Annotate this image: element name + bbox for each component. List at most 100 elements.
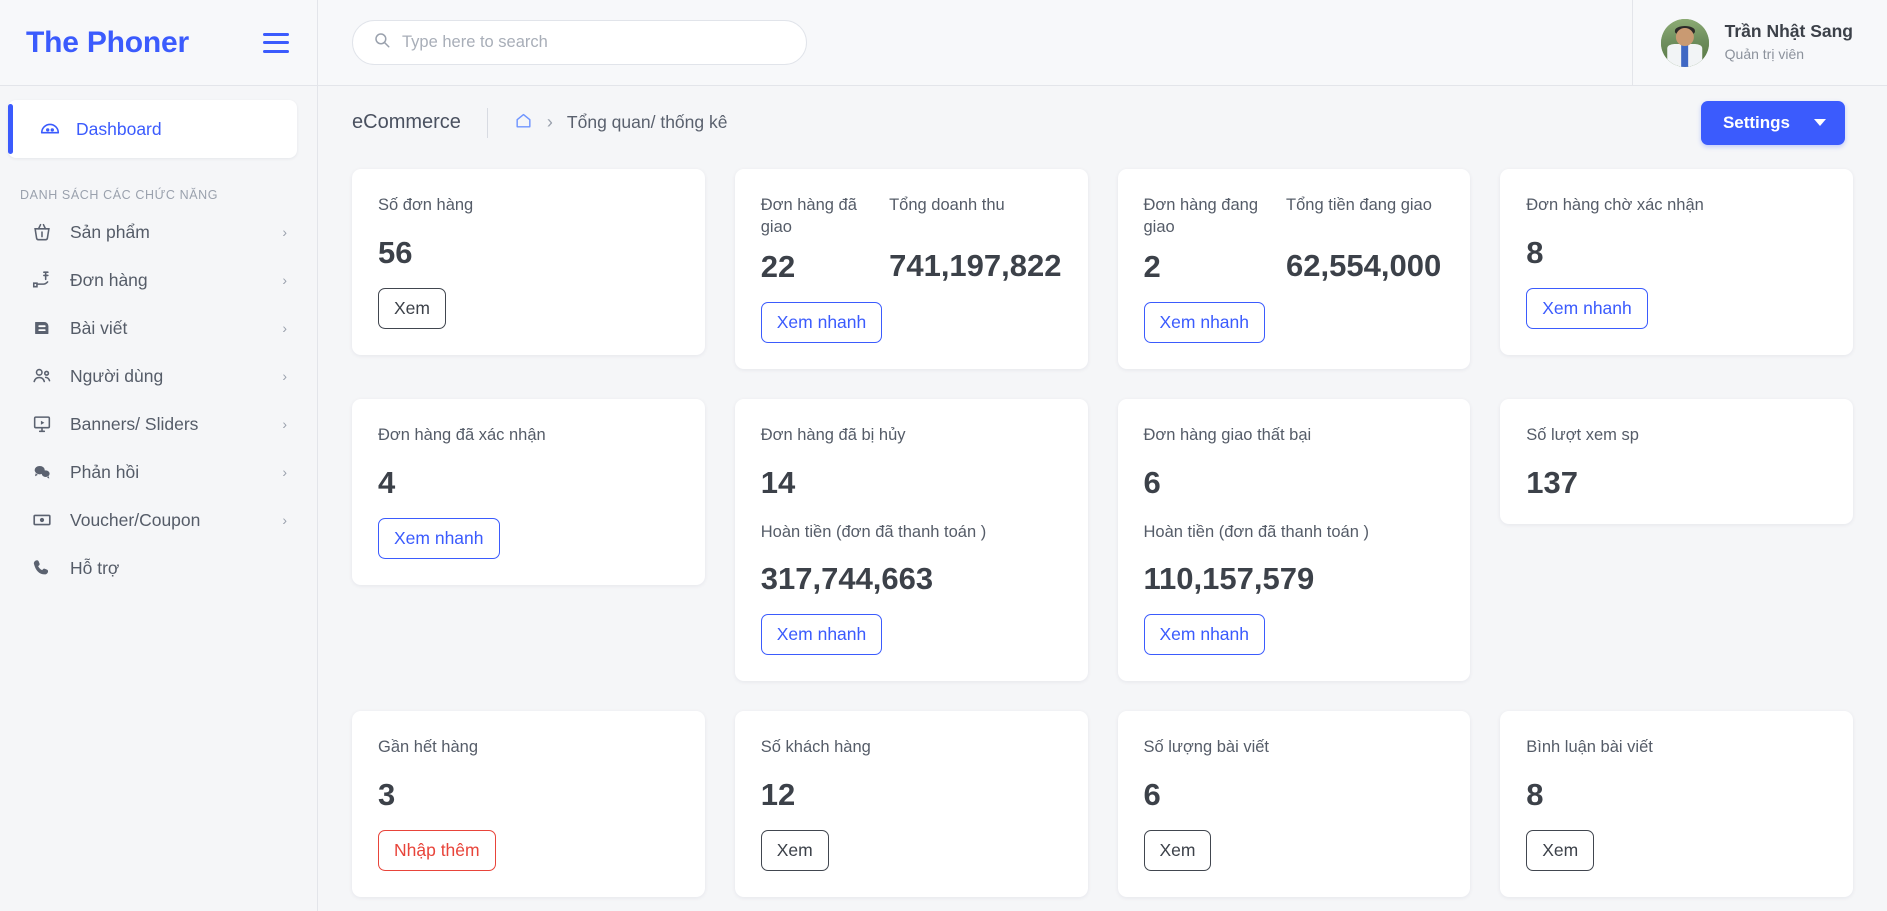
card-label: Đơn hàng đã xác nhận xyxy=(378,424,679,446)
card-sub-value: 110,157,579 xyxy=(1144,563,1445,594)
card-label: Tổng tiền đang giao xyxy=(1286,194,1444,238)
chevron-right-icon: › xyxy=(275,224,287,240)
sidebar-item-phan-hoi[interactable]: Phản hồi › xyxy=(0,448,307,496)
card-value: 12 xyxy=(761,779,1062,810)
card-label: Đơn hàng đã giao xyxy=(761,194,873,239)
card-action-button[interactable]: Xem nhanh xyxy=(1526,288,1648,329)
sidebar: The Phoner Dashboard DANH SÁCH CÁC CHỨC … xyxy=(0,0,318,911)
breadcrumb-current: Tổng quan/ thống kê xyxy=(567,112,728,133)
sidebar-item-ho-tro[interactable]: Hỗ trợ xyxy=(0,544,307,592)
sidebar-item-don-hang[interactable]: Đơn hàng › xyxy=(0,256,307,304)
card-value: 137 xyxy=(1526,467,1827,498)
sidebar-function-list: Sản phẩm › Đơn hàng › xyxy=(0,208,317,592)
card-label: Số khách hàng xyxy=(761,736,1062,758)
card-action-button[interactable]: Xem nhanh xyxy=(1144,302,1266,343)
card-value: 8 xyxy=(1526,237,1827,268)
money-hand-icon xyxy=(30,268,54,292)
hamburger-bar xyxy=(263,33,289,36)
stat-card: Đơn hàng giao thất bại 6 Hoàn tiền (đơn … xyxy=(1118,399,1471,681)
card-sub-label: Hoàn tiền (đơn đã thanh toán ) xyxy=(1144,523,1445,542)
card-action-button[interactable]: Xem xyxy=(378,288,446,329)
card-value: 56 xyxy=(378,237,679,268)
card-action-button[interactable]: Xem xyxy=(1144,830,1212,871)
card-two-column: Đơn hàng đang giao 2 Tổng tiền đang giao… xyxy=(1144,194,1445,282)
card-column-right: Tổng doanh thu 741,197,822 xyxy=(889,194,1061,282)
stat-card: Đơn hàng chờ xác nhận 8 Xem nhanh xyxy=(1500,169,1853,355)
hamburger-icon[interactable] xyxy=(263,33,289,53)
card-action-button[interactable]: Xem nhanh xyxy=(378,518,500,559)
sidebar-item-label: Dashboard xyxy=(76,119,281,140)
sidebar-primary-nav: Dashboard xyxy=(0,86,317,158)
page-title: eCommerce xyxy=(352,111,487,134)
settings-button-label: Settings xyxy=(1723,113,1790,133)
card-label: Tổng doanh thu xyxy=(889,194,1061,238)
sidebar-item-bai-viet[interactable]: Bài viết › xyxy=(0,304,307,352)
chevron-right-icon: › xyxy=(275,368,287,384)
sidebar-item-banners-sliders[interactable]: Banners/ Sliders › xyxy=(0,400,307,448)
search-box[interactable] xyxy=(352,20,807,65)
settings-button[interactable]: Settings xyxy=(1701,101,1845,145)
card-value: 6 xyxy=(1144,467,1445,498)
monitor-play-icon xyxy=(30,412,54,436)
card-column-left: Đơn hàng đang giao 2 xyxy=(1144,194,1271,282)
card-value: 2 xyxy=(1144,251,1271,282)
home-icon[interactable] xyxy=(514,111,533,135)
stat-card: Số lượng bài viết 6 Xem xyxy=(1118,711,1471,897)
chevron-right-icon: › xyxy=(275,272,287,288)
card-action-button[interactable]: Xem xyxy=(1526,830,1594,871)
card-label: Đơn hàng đã bị hủy xyxy=(761,424,1062,446)
app-root: The Phoner Dashboard DANH SÁCH CÁC CHỨC … xyxy=(0,0,1887,911)
user-role: Quản trị viên xyxy=(1725,45,1853,63)
card-value: 4 xyxy=(378,467,679,498)
topbar: Trần Nhật Sang Quản trị viên xyxy=(318,0,1887,86)
user-name: Trần Nhật Sang xyxy=(1725,21,1853,43)
sidebar-item-label: Bài viết xyxy=(70,318,259,339)
card-action-button[interactable]: Nhập thêm xyxy=(378,830,496,871)
main-area: Trần Nhật Sang Quản trị viên eCommerce ›… xyxy=(318,0,1887,911)
blogger-icon xyxy=(30,316,54,340)
stat-card: Đơn hàng đã bị hủy 14 Hoàn tiền (đơn đã … xyxy=(735,399,1088,681)
card-sub-label: Hoàn tiền (đơn đã thanh toán ) xyxy=(761,523,1062,542)
sidebar-item-nguoi-dung[interactable]: Người dùng › xyxy=(0,352,307,400)
hamburger-bar xyxy=(263,50,289,53)
dashboard-scroll-area[interactable]: Số đơn hàng 56 Xem Đơn hàng đã giao 22 T… xyxy=(318,159,1887,911)
card-label: Đơn hàng đang giao xyxy=(1144,194,1271,239)
sidebar-item-label: Banners/ Sliders xyxy=(70,414,259,435)
sidebar-item-voucher-coupon[interactable]: Voucher/Coupon › xyxy=(0,496,307,544)
card-label: Đơn hàng giao thất bại xyxy=(1144,424,1445,446)
card-value: 62,554,000 xyxy=(1286,250,1444,281)
card-sub-value: 317,744,663 xyxy=(761,563,1062,594)
sidebar-item-san-pham[interactable]: Sản phẩm › xyxy=(0,208,307,256)
card-value: 22 xyxy=(761,251,873,282)
breadcrumb-separator: › xyxy=(547,112,553,133)
card-value: 741,197,822 xyxy=(889,250,1061,281)
search-input[interactable] xyxy=(402,33,786,52)
sidebar-item-dashboard[interactable]: Dashboard xyxy=(8,100,297,158)
sidebar-item-label: Hỗ trợ xyxy=(70,558,287,579)
stat-card-grid: Số đơn hàng 56 Xem Đơn hàng đã giao 22 T… xyxy=(352,169,1853,911)
stat-card: Đơn hàng đã xác nhận 4 Xem nhanh xyxy=(352,399,705,585)
card-value: 8 xyxy=(1526,779,1827,810)
user-profile-menu[interactable]: Trần Nhật Sang Quản trị viên xyxy=(1632,0,1887,86)
card-value: 14 xyxy=(761,467,1062,498)
card-label: Số lượng bài viết xyxy=(1144,736,1445,758)
banknote-icon xyxy=(30,508,54,532)
sidebar-section-title: DANH SÁCH CÁC CHỨC NĂNG xyxy=(0,158,317,208)
sidebar-brand-row: The Phoner xyxy=(0,0,317,86)
card-action-button[interactable]: Xem nhanh xyxy=(761,614,883,655)
sidebar-item-label: Voucher/Coupon xyxy=(70,510,259,531)
stat-card: Số khách hàng 12 Xem xyxy=(735,711,1088,897)
card-action-button[interactable]: Xem nhanh xyxy=(1144,614,1266,655)
card-value: 6 xyxy=(1144,779,1445,810)
card-action-button[interactable]: Xem xyxy=(761,830,829,871)
sidebar-item-label: Sản phẩm xyxy=(70,222,259,243)
card-action-button[interactable]: Xem nhanh xyxy=(761,302,883,343)
card-label: Bình luận bài viết xyxy=(1526,736,1827,758)
breadcrumb: › Tổng quan/ thống kê xyxy=(488,111,728,135)
stat-card: Gần hết hàng 3 Nhập thêm xyxy=(352,711,705,897)
card-label: Số lượt xem sp xyxy=(1526,424,1827,446)
phone-icon xyxy=(30,556,54,580)
chevron-right-icon: › xyxy=(275,512,287,528)
card-label: Gần hết hàng xyxy=(378,736,679,758)
users-icon xyxy=(30,364,54,388)
